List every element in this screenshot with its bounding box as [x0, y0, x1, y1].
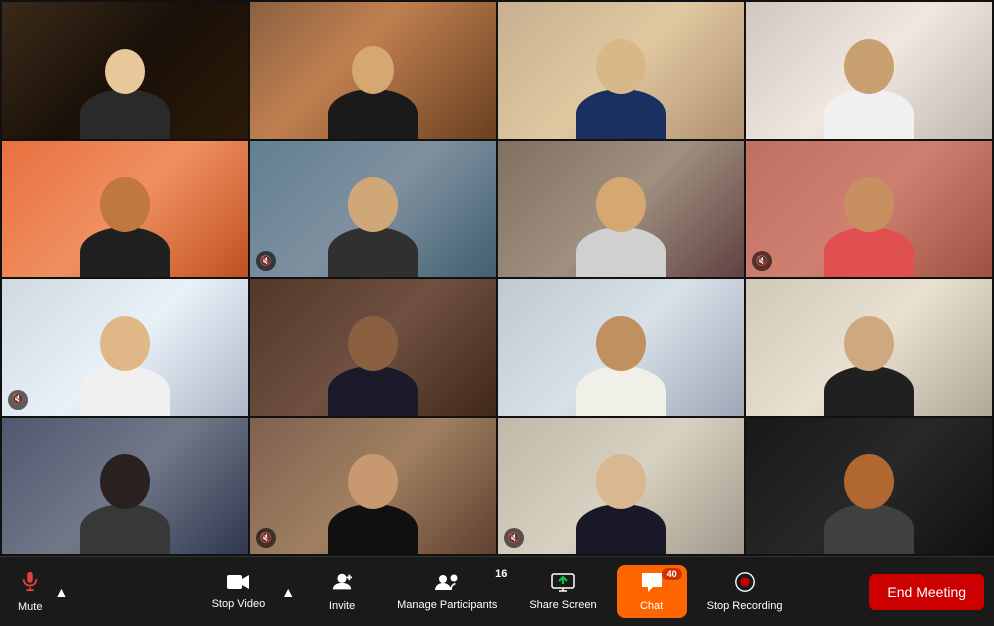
stop-video-button[interactable]: Stop Video — [200, 567, 278, 616]
mute-indicator-13: 🔇 — [256, 528, 276, 548]
mute-indicator-14: 🔇 — [504, 528, 524, 548]
video-cell-4[interactable] — [2, 141, 248, 278]
stop-video-label: Stop Video — [212, 598, 266, 610]
toolbar: Mute ▲ Stop Video ▲ — [0, 556, 994, 626]
share-screen-label: Share Screen — [529, 599, 596, 611]
toolbar-right: End Meeting — [794, 574, 984, 610]
video-cell-9[interactable] — [250, 279, 496, 416]
video-cell-13[interactable]: 🔇 — [250, 418, 496, 555]
video-cell-11[interactable] — [746, 279, 992, 416]
chat-icon — [640, 571, 664, 597]
mute-label: Mute — [18, 601, 42, 613]
invite-button[interactable]: Invite — [307, 565, 377, 618]
manage-participants-label: Manage Participants — [397, 599, 497, 611]
end-meeting-button[interactable]: End Meeting — [869, 574, 984, 610]
share-screen-icon — [551, 572, 575, 596]
video-cell-8[interactable]: 🔇 — [2, 279, 248, 416]
mute-indicator-8: 🔇 — [8, 390, 28, 410]
video-cell-15[interactable] — [746, 418, 992, 555]
mic-icon — [19, 570, 41, 598]
video-cell-1[interactable] — [250, 2, 496, 139]
video-cell-7[interactable]: 🔇 — [746, 141, 992, 278]
toolbar-left: Mute ▲ — [10, 564, 200, 619]
mute-indicator-5: 🔇 — [256, 251, 276, 271]
video-cell-10[interactable] — [498, 279, 744, 416]
video-cell-5[interactable]: 🔇 — [250, 141, 496, 278]
share-screen-button[interactable]: Share Screen — [517, 566, 608, 617]
stop-recording-button[interactable]: Stop Recording — [695, 565, 795, 618]
chevron-up-video-icon: ▲ — [281, 584, 295, 600]
chat-button[interactable]: Chat 40 — [617, 565, 687, 618]
mute-indicator-7: 🔇 — [752, 251, 772, 271]
video-grid: 🔇 🔇 🔇 — [0, 0, 994, 556]
participants-count: 16 — [495, 568, 507, 580]
video-cell-14[interactable]: 🔇 — [498, 418, 744, 555]
manage-participants-button[interactable]: Manage Participants 16 — [385, 566, 509, 617]
invite-icon — [331, 571, 353, 597]
invite-label: Invite — [329, 600, 355, 612]
video-icon — [226, 573, 250, 595]
video-cell-2[interactable] — [498, 2, 744, 139]
stop-recording-label: Stop Recording — [707, 600, 783, 612]
record-icon — [734, 571, 756, 597]
video-chevron[interactable]: ▲ — [277, 580, 299, 604]
chat-badge: 40 — [662, 568, 682, 580]
video-cell-3[interactable] — [746, 2, 992, 139]
video-cell-12[interactable] — [2, 418, 248, 555]
participants-icon — [434, 572, 460, 596]
chevron-up-icon: ▲ — [54, 584, 68, 600]
mute-chevron[interactable]: ▲ — [50, 580, 72, 604]
video-cell-0[interactable] — [2, 2, 248, 139]
chat-label: Chat — [640, 600, 663, 612]
video-cell-6[interactable] — [498, 141, 744, 278]
mute-button[interactable]: Mute — [10, 564, 50, 619]
toolbar-center: Stop Video ▲ Invite — [200, 565, 795, 618]
